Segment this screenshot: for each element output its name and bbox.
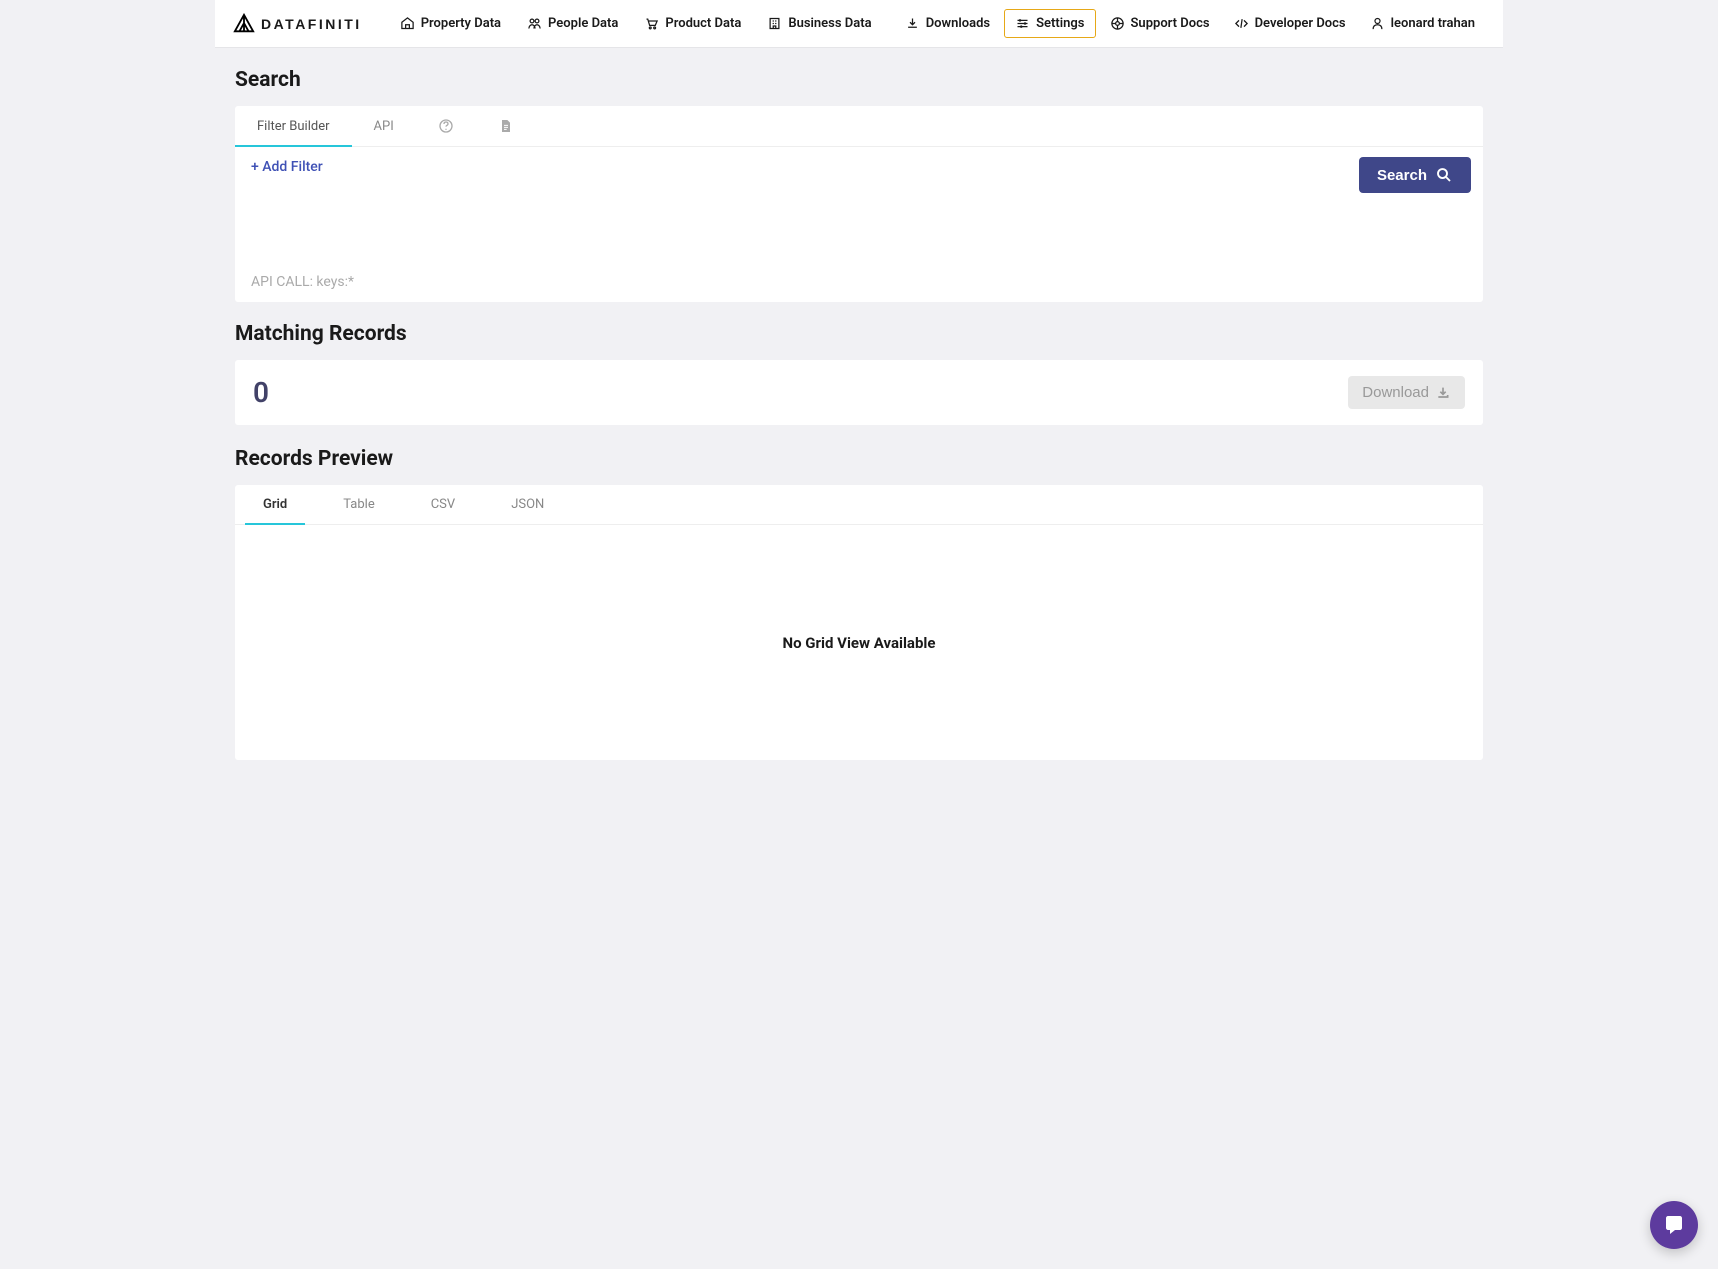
preview-title: Records Preview [235, 447, 1483, 471]
no-grid-message: No Grid View Available [783, 634, 936, 652]
cart-icon [644, 16, 659, 31]
filter-body: + Add Filter Search API CALL: keys:* [235, 147, 1483, 302]
user-icon [1370, 16, 1385, 31]
people-icon [527, 16, 542, 31]
matching-card: 0 Download [235, 360, 1483, 425]
tab-csv[interactable]: CSV [403, 485, 483, 524]
search-icon [1435, 166, 1453, 184]
preview-tabs: Grid Table CSV JSON [235, 485, 1483, 525]
search-title: Search [235, 68, 1483, 92]
nav-property-data[interactable]: Property Data [390, 10, 511, 37]
help-icon[interactable] [416, 106, 476, 146]
nav-developer-docs[interactable]: Developer Docs [1224, 10, 1356, 37]
nav-business-data[interactable]: Business Data [757, 10, 881, 37]
nav-label: Property Data [421, 16, 501, 31]
nav-product-data[interactable]: Product Data [634, 10, 751, 37]
nav-people-data[interactable]: People Data [517, 10, 628, 37]
preview-body: No Grid View Available [235, 525, 1483, 760]
tab-filter-builder[interactable]: Filter Builder [235, 107, 352, 146]
logo-text: DATAFINITI [261, 16, 362, 32]
building-icon [767, 16, 782, 31]
nav-right: Downloads Settings Support Docs Develope… [895, 9, 1485, 38]
code-icon [1234, 16, 1249, 31]
chat-icon [1662, 1213, 1686, 1237]
nav-label: People Data [548, 16, 618, 31]
add-filter-button[interactable]: + Add Filter [251, 159, 1467, 175]
preview-card: Grid Table CSV JSON No Grid View Availab… [235, 485, 1483, 760]
nav-label: leonard trahan [1391, 16, 1475, 31]
settings-icon [1015, 16, 1030, 31]
tab-api[interactable]: API [352, 107, 416, 146]
download-button[interactable]: Download [1348, 376, 1465, 409]
search-button-label: Search [1377, 167, 1427, 184]
nav-support-docs[interactable]: Support Docs [1100, 10, 1220, 37]
search-button[interactable]: Search [1359, 157, 1471, 193]
nav-downloads[interactable]: Downloads [895, 10, 1000, 37]
matching-title: Matching Records [235, 322, 1483, 346]
tab-grid[interactable]: Grid [235, 485, 315, 524]
nav-left: Property Data People Data Product Data B… [390, 10, 882, 37]
download-button-label: Download [1362, 384, 1429, 401]
nav-label: Business Data [788, 16, 871, 31]
nav-user[interactable]: leonard trahan [1360, 10, 1485, 37]
nav-settings[interactable]: Settings [1004, 9, 1095, 38]
record-count: 0 [253, 376, 269, 409]
home-icon [400, 16, 415, 31]
chat-widget[interactable] [1650, 1201, 1698, 1249]
app-header: DATAFINITI Property Data People Data Pro… [215, 0, 1503, 48]
document-icon[interactable] [476, 106, 536, 146]
nav-label: Developer Docs [1255, 16, 1346, 31]
nav-label: Settings [1036, 16, 1084, 31]
nav-label: Support Docs [1131, 16, 1210, 31]
search-card: Filter Builder API + Add Filter Search A… [235, 106, 1483, 302]
search-tabs: Filter Builder API [235, 106, 1483, 147]
main-content: Search Filter Builder API + Add Filter S… [215, 48, 1503, 800]
api-call-text: API CALL: keys:* [251, 274, 1467, 290]
support-icon [1110, 16, 1125, 31]
nav-label: Product Data [665, 16, 741, 31]
tab-json[interactable]: JSON [483, 485, 572, 524]
logo[interactable]: DATAFINITI [233, 13, 362, 35]
nav-label: Downloads [926, 16, 990, 31]
download-icon [905, 16, 920, 31]
tab-table[interactable]: Table [315, 485, 402, 524]
logo-icon [233, 13, 255, 35]
download-icon [1435, 385, 1451, 401]
